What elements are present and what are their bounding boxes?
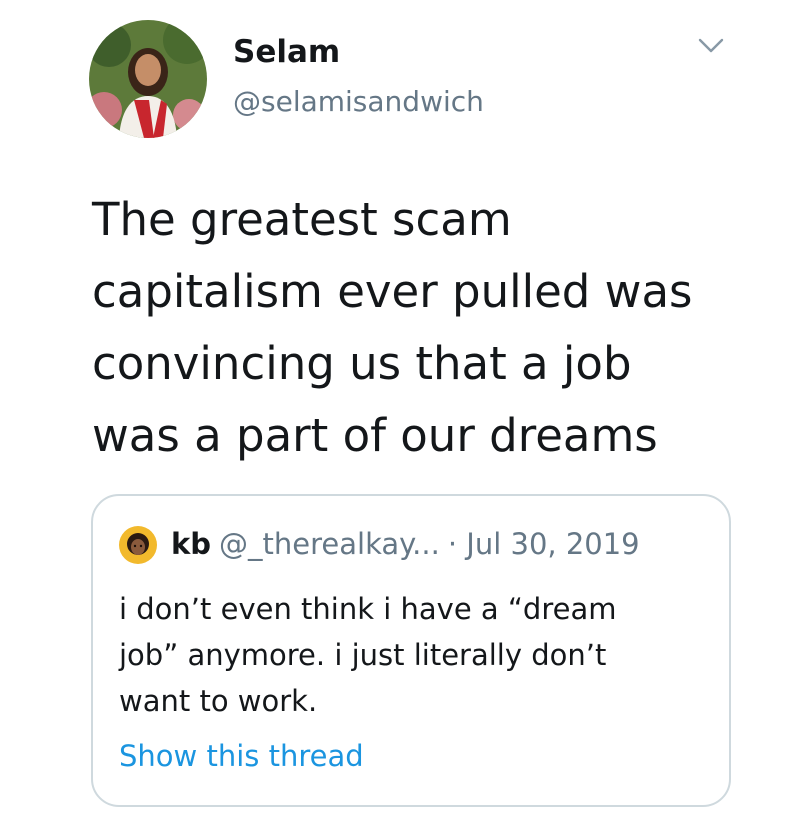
quoted-tweet-header: kb @_therealkay... · Jul 30, 2019 bbox=[171, 524, 640, 564]
quoted-text-line: want to work. bbox=[119, 684, 318, 718]
author-avatar-image bbox=[89, 20, 207, 138]
quoted-author-avatar[interactable] bbox=[119, 526, 157, 564]
tweet-text-line: The greatest scam bbox=[92, 193, 512, 246]
quoted-author-name[interactable]: kb bbox=[171, 527, 211, 561]
quoted-tweet-date[interactable]: · Jul 30, 2019 bbox=[448, 527, 640, 561]
quoted-author-handle[interactable]: @_therealkay... bbox=[219, 527, 440, 561]
tweet-text-line: capitalism ever pulled was bbox=[92, 265, 693, 318]
tweet-text-line: convincing us that a job bbox=[92, 337, 632, 390]
tweet-text: The greatest scam capitalism ever pulled… bbox=[92, 184, 782, 472]
quoted-text-line: job” anymore. i just literally don’t bbox=[119, 638, 607, 672]
author-avatar[interactable] bbox=[89, 20, 207, 138]
quoted-avatar-image bbox=[119, 526, 157, 564]
quoted-tweet-card[interactable]: kb @_therealkay... · Jul 30, 2019 i don’t … bbox=[91, 494, 731, 807]
author-display-name[interactable]: Selam bbox=[233, 32, 340, 72]
show-thread-link[interactable]: Show this thread bbox=[119, 736, 364, 776]
tweet-text-line: was a part of our dreams bbox=[92, 409, 658, 462]
chevron-down-icon[interactable] bbox=[698, 36, 724, 56]
author-handle[interactable]: @selamisandwich bbox=[233, 84, 484, 120]
quoted-tweet-text: i don’t even think i have a “dream job” … bbox=[119, 586, 709, 724]
tweet-card: Selam @selamisandwich The greatest scam … bbox=[0, 0, 810, 828]
quoted-text-line: i don’t even think i have a “dream bbox=[119, 592, 617, 626]
